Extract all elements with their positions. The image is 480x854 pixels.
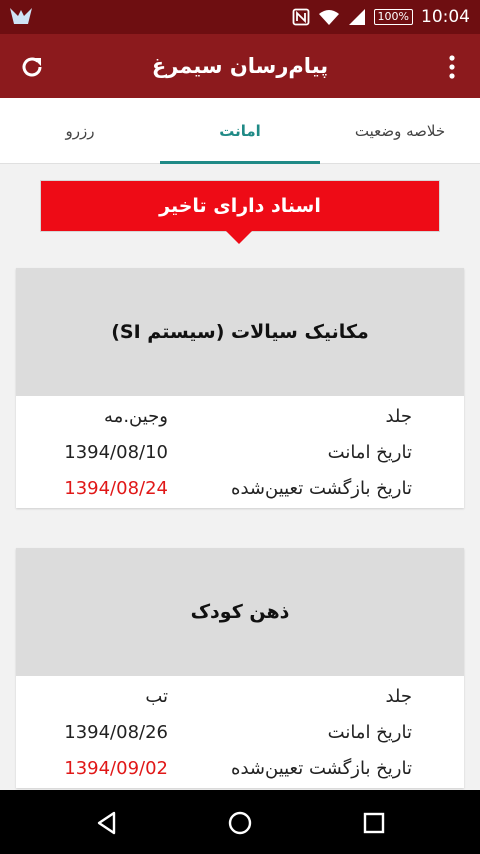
book-title: مکانیک سیالات (سیستم SI): [16, 268, 464, 396]
status-bar: 100% 10:04: [0, 0, 480, 34]
home-icon[interactable]: [227, 810, 253, 836]
wifi-icon: [318, 10, 339, 25]
app-bar: پیام‌رسان سیمرغ: [0, 34, 480, 98]
detail-label: تاریخ بازگشت تعیین‌شده: [231, 478, 412, 499]
banner-pointer: [226, 231, 252, 244]
nfc-icon: [292, 8, 309, 26]
detail-row: تاریخ امانت 1394/08/26: [16, 716, 464, 752]
overflow-menu-icon[interactable]: [448, 55, 456, 79]
loan-card[interactable]: ذهن کودک جلد تب تاریخ امانت 1394/08/26 ت…: [16, 548, 464, 788]
tab-reserve[interactable]: رزرو: [0, 98, 160, 164]
battery-indicator: 100%: [373, 9, 413, 25]
system-nav-bar: [0, 790, 480, 854]
recents-icon[interactable]: [361, 810, 387, 836]
due-date: 1394/08/24: [64, 478, 168, 499]
app-notification-icon: [10, 8, 32, 24]
app-title: پیام‌رسان سیمرغ: [151, 54, 329, 78]
tab-loans[interactable]: امانت: [160, 98, 320, 164]
detail-label: تاریخ امانت: [327, 722, 412, 743]
loan-details: جلد تب تاریخ امانت 1394/08/26 تاریخ بازگ…: [16, 676, 464, 788]
detail-label: تاریخ بازگشت تعیین‌شده: [231, 758, 412, 779]
tab-summary[interactable]: خلاصه وضعیت: [320, 98, 480, 164]
status-icons: 100% 10:04: [292, 0, 470, 34]
tab-bar: خلاصه وضعیت امانت رزرو: [0, 98, 480, 164]
back-icon[interactable]: [94, 810, 120, 836]
book-title: ذهن کودک: [16, 548, 464, 676]
due-date: 1394/09/02: [64, 758, 168, 779]
detail-label: جلد: [385, 686, 412, 707]
detail-row: تاریخ بازگشت تعیین‌شده 1394/09/02: [16, 752, 464, 788]
clock: 10:04: [421, 7, 470, 27]
detail-value: تب: [145, 686, 168, 707]
loan-date: 1394/08/10: [64, 442, 168, 463]
detail-value: وجین.مه: [104, 406, 168, 427]
detail-row: جلد وجین.مه: [16, 400, 464, 436]
detail-label: جلد: [385, 406, 412, 427]
signal-icon: [348, 9, 365, 25]
detail-label: تاریخ امانت: [327, 442, 412, 463]
detail-row: جلد تب: [16, 680, 464, 716]
loan-date: 1394/08/26: [64, 722, 168, 743]
overdue-banner: اسناد دارای تاخیر: [40, 180, 440, 232]
loan-details: جلد وجین.مه تاریخ امانت 1394/08/10 تاریخ…: [16, 396, 464, 508]
detail-row: تاریخ امانت 1394/08/10: [16, 436, 464, 472]
detail-row: تاریخ بازگشت تعیین‌شده 1394/08/24: [16, 472, 464, 508]
loan-card[interactable]: مکانیک سیالات (سیستم SI) جلد وجین.مه تار…: [16, 268, 464, 508]
